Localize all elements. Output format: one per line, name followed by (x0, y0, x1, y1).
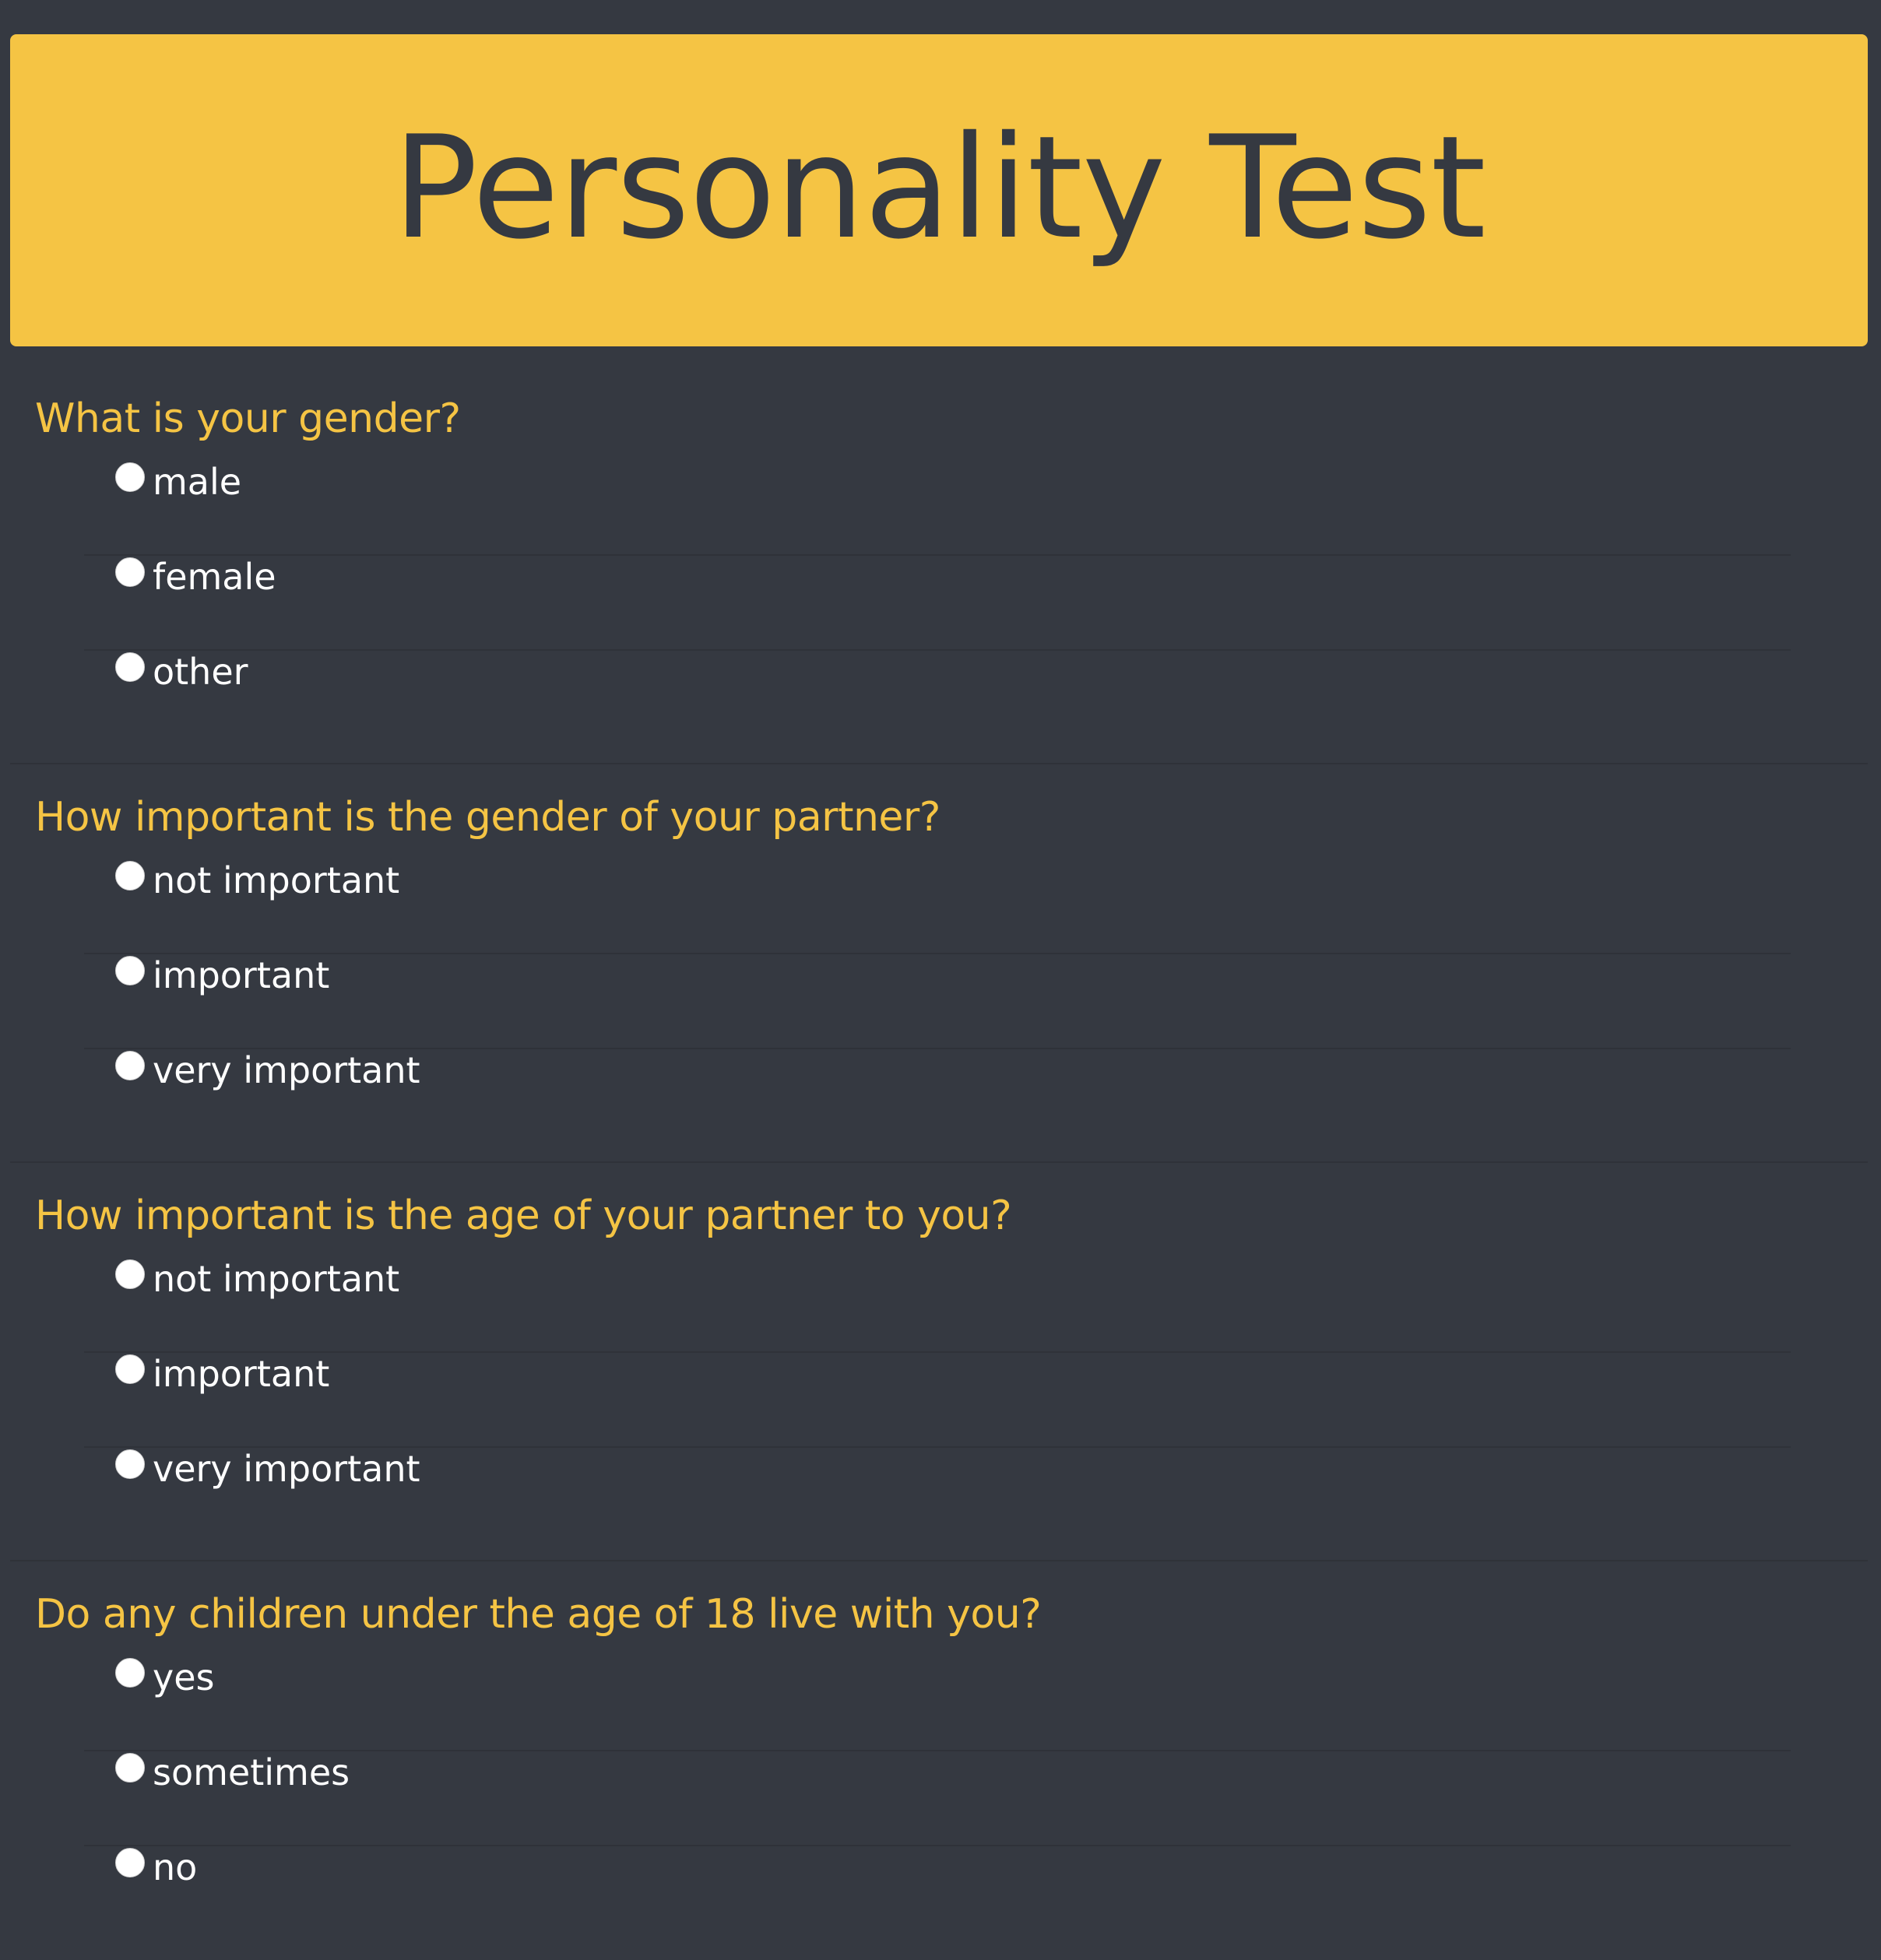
option-very-important[interactable]: very important (84, 1448, 1791, 1543)
question-gender: What is your gender? male female other (10, 366, 1868, 764)
option-label[interactable]: not important (153, 1261, 399, 1297)
header-banner: Personality Test (10, 34, 1868, 346)
option-label[interactable]: male (153, 464, 241, 500)
radio-button[interactable] (115, 861, 145, 890)
option-sometimes[interactable]: sometimes (84, 1751, 1791, 1846)
option-important[interactable]: important (84, 1353, 1791, 1448)
radio-button[interactable] (115, 1449, 145, 1479)
question-list: What is your gender? male female other H… (10, 366, 1868, 1960)
page-title: Personality Test (392, 104, 1486, 270)
option-list: male female other (84, 461, 1791, 746)
option-label[interactable]: other (153, 654, 248, 690)
option-label[interactable]: female (153, 559, 276, 595)
option-label[interactable]: no (153, 1849, 197, 1885)
question-title: What is your gender? (35, 395, 461, 442)
option-list: yes sometimes no (84, 1656, 1791, 1941)
radio-button[interactable] (115, 652, 145, 682)
radio-button[interactable] (115, 557, 145, 587)
option-yes[interactable]: yes (84, 1656, 1791, 1751)
question-title: How important is the age of your partner… (35, 1193, 1012, 1239)
radio-button[interactable] (115, 1658, 145, 1688)
radio-button[interactable] (115, 956, 145, 985)
option-label[interactable]: sometimes (153, 1755, 350, 1790)
option-label[interactable]: very important (153, 1052, 420, 1088)
question-title: Do any children under the age of 18 live… (35, 1591, 1042, 1638)
radio-button[interactable] (115, 1354, 145, 1384)
option-very-important[interactable]: very important (84, 1049, 1791, 1144)
option-no[interactable]: no (84, 1846, 1791, 1941)
radio-button[interactable] (115, 462, 145, 492)
option-label[interactable]: important (153, 1356, 329, 1392)
option-not-important[interactable]: not important (84, 1258, 1791, 1353)
question-partner-gender-importance: How important is the gender of your part… (10, 764, 1868, 1163)
question-children-living: Do any children under the age of 18 live… (10, 1561, 1868, 1960)
option-not-important[interactable]: not important (84, 859, 1791, 954)
radio-button[interactable] (115, 1259, 145, 1289)
question-title: How important is the gender of your part… (35, 794, 940, 841)
option-other[interactable]: other (84, 651, 1791, 746)
radio-button[interactable] (115, 1051, 145, 1080)
option-important[interactable]: important (84, 954, 1791, 1049)
option-female[interactable]: female (84, 556, 1791, 651)
option-label[interactable]: very important (153, 1451, 420, 1487)
option-list: not important important very important (84, 1258, 1791, 1543)
option-male[interactable]: male (84, 461, 1791, 556)
radio-button[interactable] (115, 1848, 145, 1877)
question-partner-age-importance: How important is the age of your partner… (10, 1163, 1868, 1561)
option-label[interactable]: important (153, 957, 329, 993)
option-label[interactable]: not important (153, 862, 399, 898)
option-list: not important important very important (84, 859, 1791, 1144)
option-label[interactable]: yes (153, 1660, 215, 1695)
radio-button[interactable] (115, 1753, 145, 1783)
